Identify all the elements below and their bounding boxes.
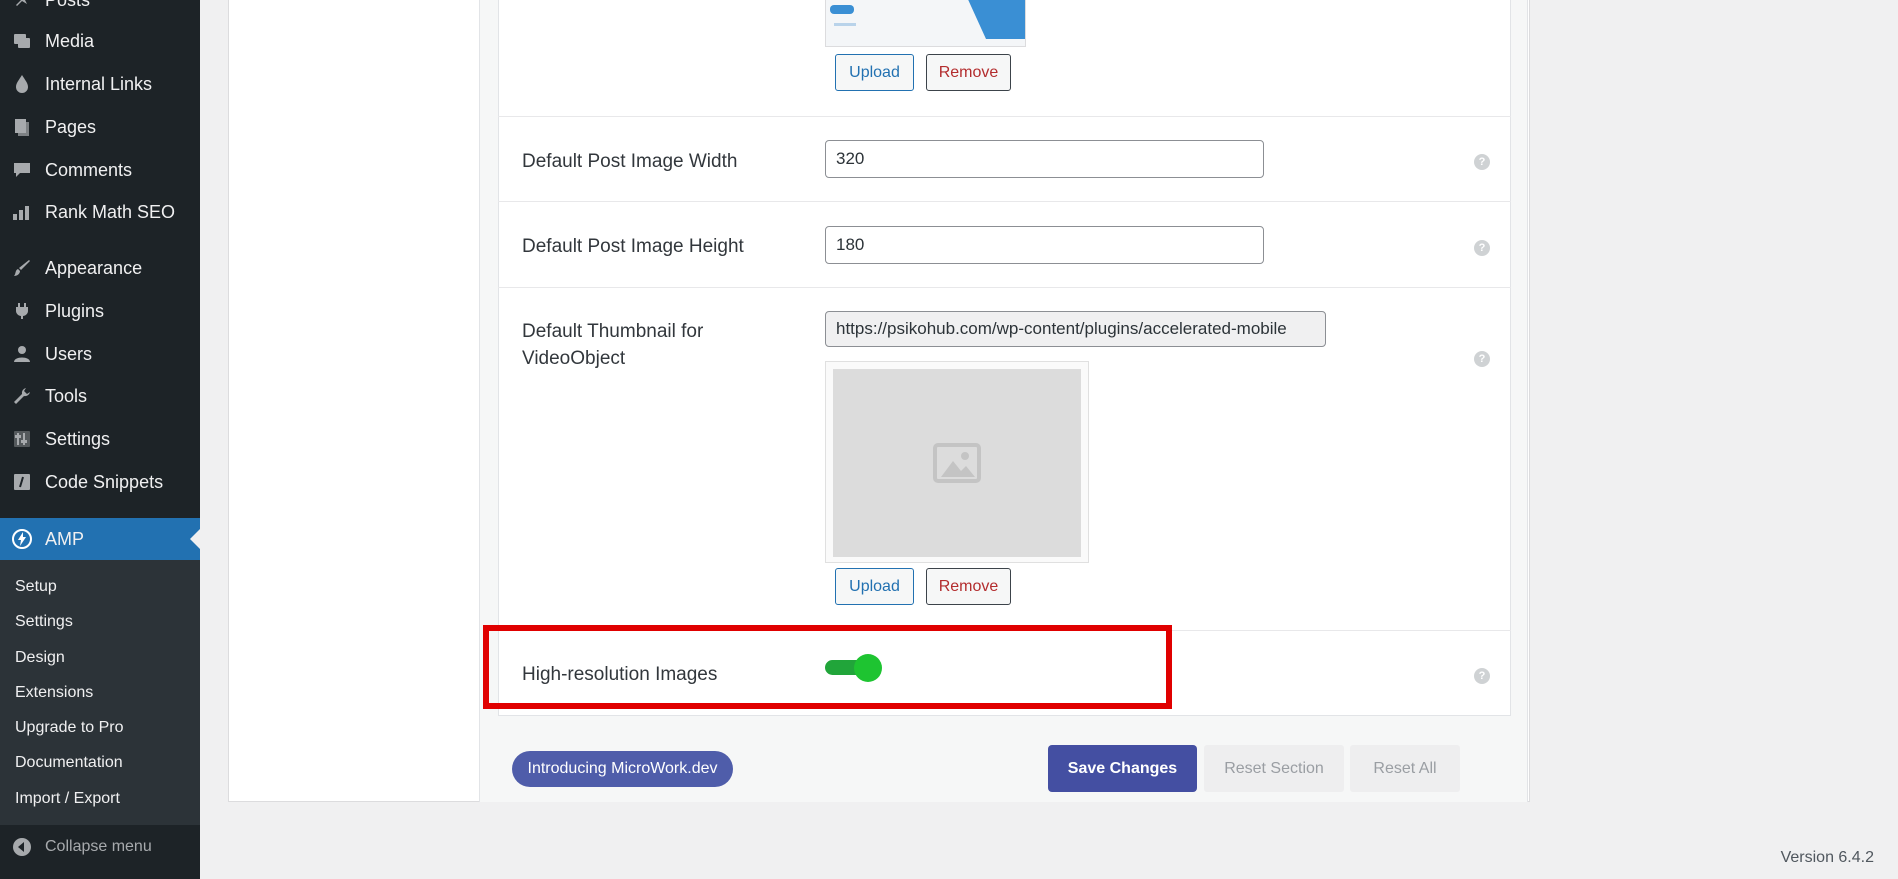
admin-sidebar: Posts Media Internal Links Pages Comment… [0,0,200,879]
remove-button[interactable]: Remove [926,568,1011,605]
reset-section-button[interactable]: Reset Section [1204,745,1344,792]
image-height-label: Default Post Image Height [522,236,744,257]
plug-icon [11,300,33,322]
reset-all-button[interactable]: Reset All [1350,745,1460,792]
sidebar-item-label: Comments [45,159,133,180]
row-divider [498,201,1511,202]
sidebar-item-posts[interactable]: Posts [0,0,200,19]
submenu-item-setup[interactable]: Setup [15,576,57,598]
remove-button[interactable]: Remove [926,54,1011,91]
sidebar-item-label: Users [45,343,93,364]
help-icon[interactable]: ? [1474,668,1490,684]
help-icon[interactable]: ? [1474,154,1490,170]
sidebar-item-label: AMP [45,528,85,549]
sidebar-item-label: Pages [45,116,97,137]
submenu-item-design[interactable]: Design [15,647,65,669]
sidebar-item-tools[interactable]: Tools [0,377,200,415]
collapse-arrow-icon [11,836,33,858]
logo-thumbnail [825,0,1026,47]
comment-icon [11,159,33,181]
code-icon [11,471,33,493]
image-placeholder-icon [833,369,1081,557]
collapse-label: Collapse menu [45,838,152,855]
sidebar-item-code-snippets[interactable]: Code Snippets [0,463,200,501]
sidebar-item-internal-links[interactable]: Internal Links [0,65,200,103]
sidebar-item-settings[interactable]: Settings [0,420,200,458]
media-icon [11,30,33,52]
drop-icon [11,73,33,95]
help-icon[interactable]: ? [1474,240,1490,256]
image-width-label: Default Post Image Width [522,151,738,172]
submenu-item-settings[interactable]: Settings [15,611,73,633]
image-height-input[interactable] [825,226,1264,264]
sidebar-item-users[interactable]: Users [0,335,200,373]
sliders-icon [11,428,33,450]
sidebar-item-label: Rank Math SEO [45,201,176,222]
row-divider [498,287,1511,288]
sidebar-item-label: Settings [45,428,111,449]
highlight-box [483,625,1172,709]
sidebar-item-pages[interactable]: Pages [0,108,200,146]
submenu-item-extensions[interactable]: Extensions [15,682,93,704]
video-thumbnail-url-input[interactable] [825,311,1326,347]
pin-icon [11,0,33,11]
row-divider [498,116,1511,117]
help-icon[interactable]: ? [1474,351,1490,367]
sidebar-item-label: Code Snippets [45,471,164,492]
sidebar-item-label: Plugins [45,300,105,321]
upload-button[interactable]: Upload [835,568,914,605]
sidebar-item-label: Media [45,30,95,51]
image-width-input[interactable] [825,140,1264,178]
chart-icon [11,201,33,223]
submenu-item-import-export[interactable]: Import / Export [15,788,120,810]
sidebar-item-label: Appearance [45,257,143,278]
sidebar-item-appearance[interactable]: Appearance [0,249,200,287]
sidebar-item-media[interactable]: Media [0,22,200,60]
sidebar-item-plugins[interactable]: Plugins [0,292,200,330]
upload-button[interactable]: Upload [835,54,914,91]
video-thumbnail-label: Default Thumbnail for VideoObject [522,321,704,369]
active-indicator [190,529,200,549]
sidebar-item-rank-math[interactable]: Rank Math SEO [0,193,200,231]
collapse-menu-button[interactable]: Collapse menu [0,827,200,867]
sidebar-item-label: Posts [45,0,90,11]
submenu-item-upgrade[interactable]: Upgrade to Pro [15,717,124,739]
user-icon [11,343,33,365]
bolt-icon [11,528,33,550]
sidebar-item-comments[interactable]: Comments [0,151,200,189]
pages-icon [11,116,33,138]
sidebar-item-label: Tools [45,385,88,406]
submenu-item-documentation[interactable]: Documentation [15,752,123,774]
amp-submenu: Setup Settings Design Extensions Upgrade… [0,560,200,825]
brush-icon [11,257,33,279]
save-changes-button[interactable]: Save Changes [1048,745,1197,792]
video-thumbnail-preview [825,361,1089,563]
sidebar-item-amp[interactable]: AMP [0,518,200,560]
sidebar-item-label: Internal Links [45,73,153,94]
version-text: Version 6.4.2 [1780,849,1874,866]
microwork-button[interactable]: Introducing MicroWork.dev [512,751,733,787]
wrench-icon [11,385,33,407]
